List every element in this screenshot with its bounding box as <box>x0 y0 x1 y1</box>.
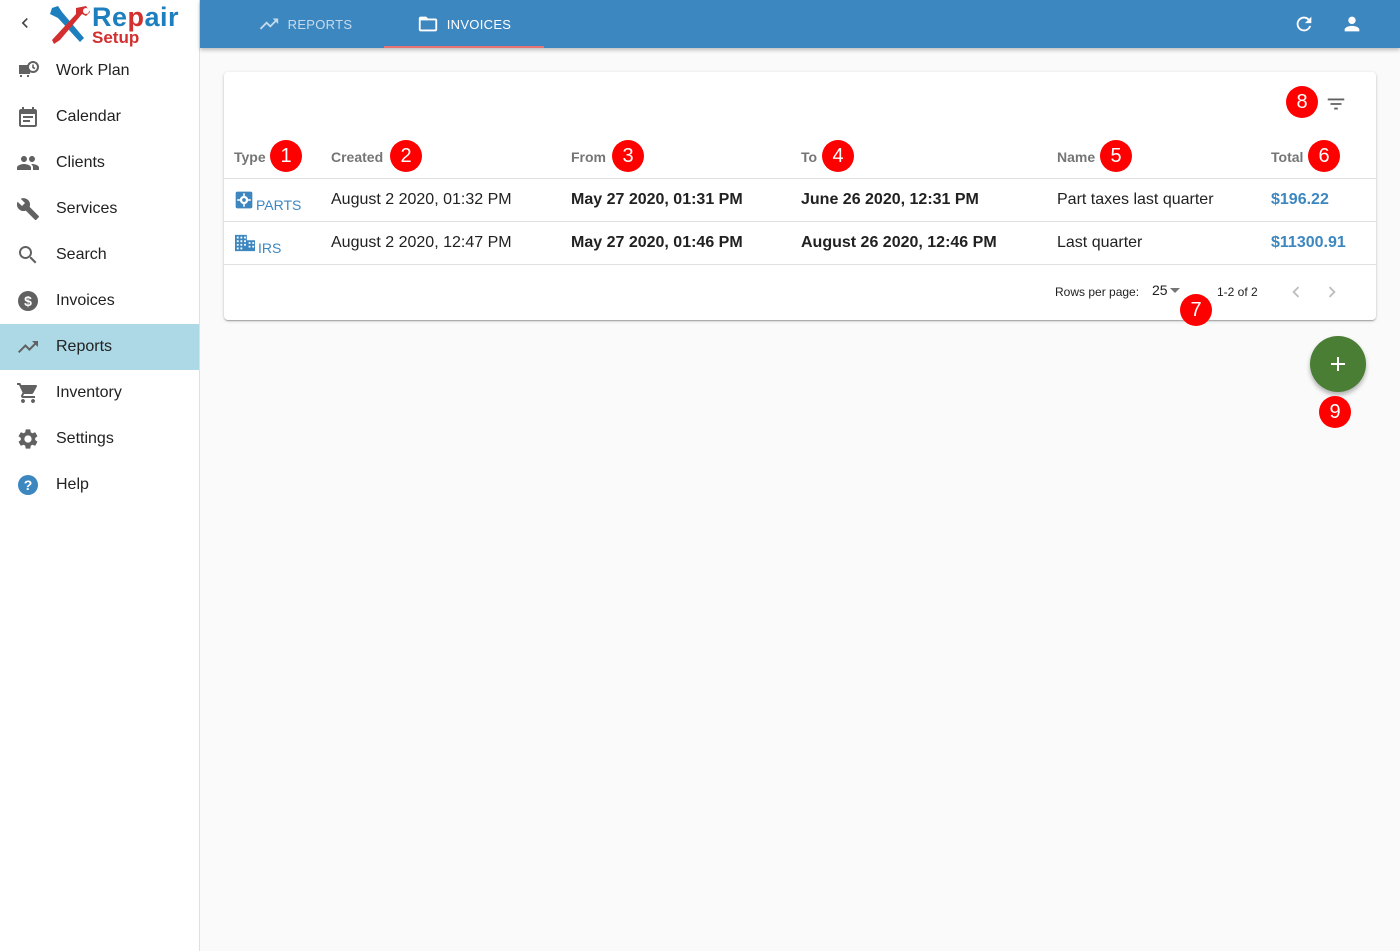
dollar-icon: $ <box>16 289 40 313</box>
plus-icon <box>1331 357 1345 371</box>
total-cell: $196.22 <box>1271 178 1376 222</box>
tab-invoices[interactable]: INVOICES <box>384 0 544 48</box>
sidebar-item-label: Help <box>56 476 89 493</box>
tab-label: INVOICES <box>446 16 512 32</box>
sidebar-item-settings[interactable]: Settings <box>0 416 199 462</box>
annotation-marker-3: 3 <box>612 140 644 172</box>
sidebar-item-work-plan[interactable]: Work Plan <box>0 48 199 94</box>
annotation-marker-5: 5 <box>1100 140 1132 172</box>
search-icon <box>16 243 40 267</box>
column-header-from[interactable]: From <box>571 136 801 179</box>
annotation-marker-9: 9 <box>1319 396 1351 428</box>
table-row[interactable]: PARTS August 2 2020, 01:32 PM May 27 202… <box>224 178 1376 222</box>
wrench-icon <box>16 197 40 221</box>
total-cell: $11300.91 <box>1271 221 1376 265</box>
sidebar-item-calendar[interactable]: Calendar <box>0 94 199 140</box>
tab-label: REPORTS <box>287 16 353 32</box>
column-header-name[interactable]: Name <box>1057 136 1271 179</box>
table-row[interactable]: IRS August 2 2020, 12:47 PM May 27 2020,… <box>224 221 1376 265</box>
calendar-icon <box>16 105 40 129</box>
collapse-sidebar-button[interactable] <box>14 12 36 34</box>
chevron-left-icon <box>21 18 28 28</box>
tab-reports[interactable]: REPORTS <box>240 0 370 48</box>
type-link[interactable]: IRS <box>234 233 331 256</box>
annotation-marker-6: 6 <box>1308 140 1340 172</box>
sidebar-item-reports[interactable]: Reports <box>0 324 199 370</box>
invoices-card: Type Created From To Name Total PARTS Au… <box>224 72 1376 320</box>
sidebar-item-label: Inventory <box>56 384 122 401</box>
to-cell: August 26 2020, 12:46 PM <box>801 221 1057 265</box>
chevron-left-icon <box>1292 286 1300 298</box>
sidebar-item-label: Services <box>56 200 118 217</box>
created-cell: August 2 2020, 01:32 PM <box>331 178 571 222</box>
sidebar-item-search[interactable]: Search <box>0 232 199 278</box>
account-button[interactable] <box>1340 12 1364 36</box>
svg-text:?: ? <box>24 477 33 493</box>
annotation-marker-7: 7 <box>1180 294 1212 326</box>
type-link[interactable]: PARTS <box>234 190 331 213</box>
sidebar-item-label: Settings <box>56 430 114 447</box>
page-range-info: 1-2 of 2 <box>1217 285 1258 299</box>
logo-text-bottom: Setup <box>92 28 140 47</box>
gear-icon <box>16 427 40 451</box>
annotation-marker-4: 4 <box>822 140 854 172</box>
trending-up-icon <box>16 335 40 359</box>
refresh-button[interactable] <box>1292 12 1316 36</box>
rows-per-page-value: 25 <box>1152 282 1168 298</box>
sidebar-item-help[interactable]: ? Help <box>0 462 199 508</box>
clients-icon <box>16 151 40 175</box>
person-icon <box>1344 16 1360 32</box>
rows-per-page-select[interactable]: 25 <box>1152 282 1180 298</box>
sidebar-item-services[interactable]: Services <box>0 186 199 232</box>
cart-icon <box>16 381 40 405</box>
dropdown-caret-icon <box>1169 287 1180 293</box>
name-cell: Part taxes last quarter <box>1057 178 1271 222</box>
name-cell: Last quarter <box>1057 221 1271 265</box>
svg-text:$: $ <box>24 293 32 309</box>
from-cell: May 27 2020, 01:31 PM <box>571 178 801 222</box>
from-cell: May 27 2020, 01:46 PM <box>571 221 801 265</box>
type-cell: PARTS <box>224 178 331 222</box>
type-label: IRS <box>258 239 282 256</box>
sidebar-item-label: Clients <box>56 154 105 171</box>
app-logo[interactable]: Repair Setup <box>46 2 191 47</box>
type-cell: IRS <box>224 221 331 265</box>
sidebar: Repair Setup Work Plan Calendar Clients <box>0 0 200 951</box>
type-label: PARTS <box>256 196 302 213</box>
chevron-right-icon <box>1328 286 1336 298</box>
folder-icon <box>418 16 437 32</box>
wrench-screwdriver-logo-icon <box>50 6 90 44</box>
sidebar-item-label: Invoices <box>56 292 115 309</box>
sidebar-item-clients[interactable]: Clients <box>0 140 199 186</box>
parts-gear-icon <box>235 191 253 208</box>
building-icon <box>235 234 255 251</box>
filter-button[interactable] <box>1324 92 1348 116</box>
top-app-bar: REPORTS INVOICES <box>200 0 1400 48</box>
column-header-created[interactable]: Created <box>331 136 571 179</box>
filter-list-icon <box>1327 98 1345 110</box>
annotation-marker-1: 1 <box>270 140 302 172</box>
work-plan-icon <box>16 59 40 83</box>
created-cell: August 2 2020, 12:47 PM <box>331 221 571 265</box>
previous-page-button[interactable] <box>1284 280 1308 304</box>
sidebar-item-label: Search <box>56 246 107 263</box>
sidebar-item-inventory[interactable]: Inventory <box>0 370 199 416</box>
annotation-marker-2: 2 <box>390 140 422 172</box>
sidebar-item-label: Work Plan <box>56 62 130 79</box>
trending-up-icon <box>259 18 278 30</box>
sidebar-item-label: Reports <box>56 338 113 355</box>
help-icon: ? <box>16 473 40 497</box>
annotation-marker-8: 8 <box>1286 86 1318 118</box>
rows-per-page-label: Rows per page: <box>1055 285 1140 299</box>
sidebar-item-invoices[interactable]: $ Invoices <box>0 278 199 324</box>
add-invoice-button[interactable] <box>1310 336 1366 392</box>
next-page-button[interactable] <box>1320 280 1344 304</box>
sidebar-item-label: Calendar <box>56 108 121 125</box>
to-cell: June 26 2020, 12:31 PM <box>801 178 1057 222</box>
sidebar-nav: Work Plan Calendar Clients Services Sear… <box>0 48 199 508</box>
sidebar-header: Repair Setup <box>0 0 199 48</box>
refresh-icon <box>1296 16 1312 32</box>
